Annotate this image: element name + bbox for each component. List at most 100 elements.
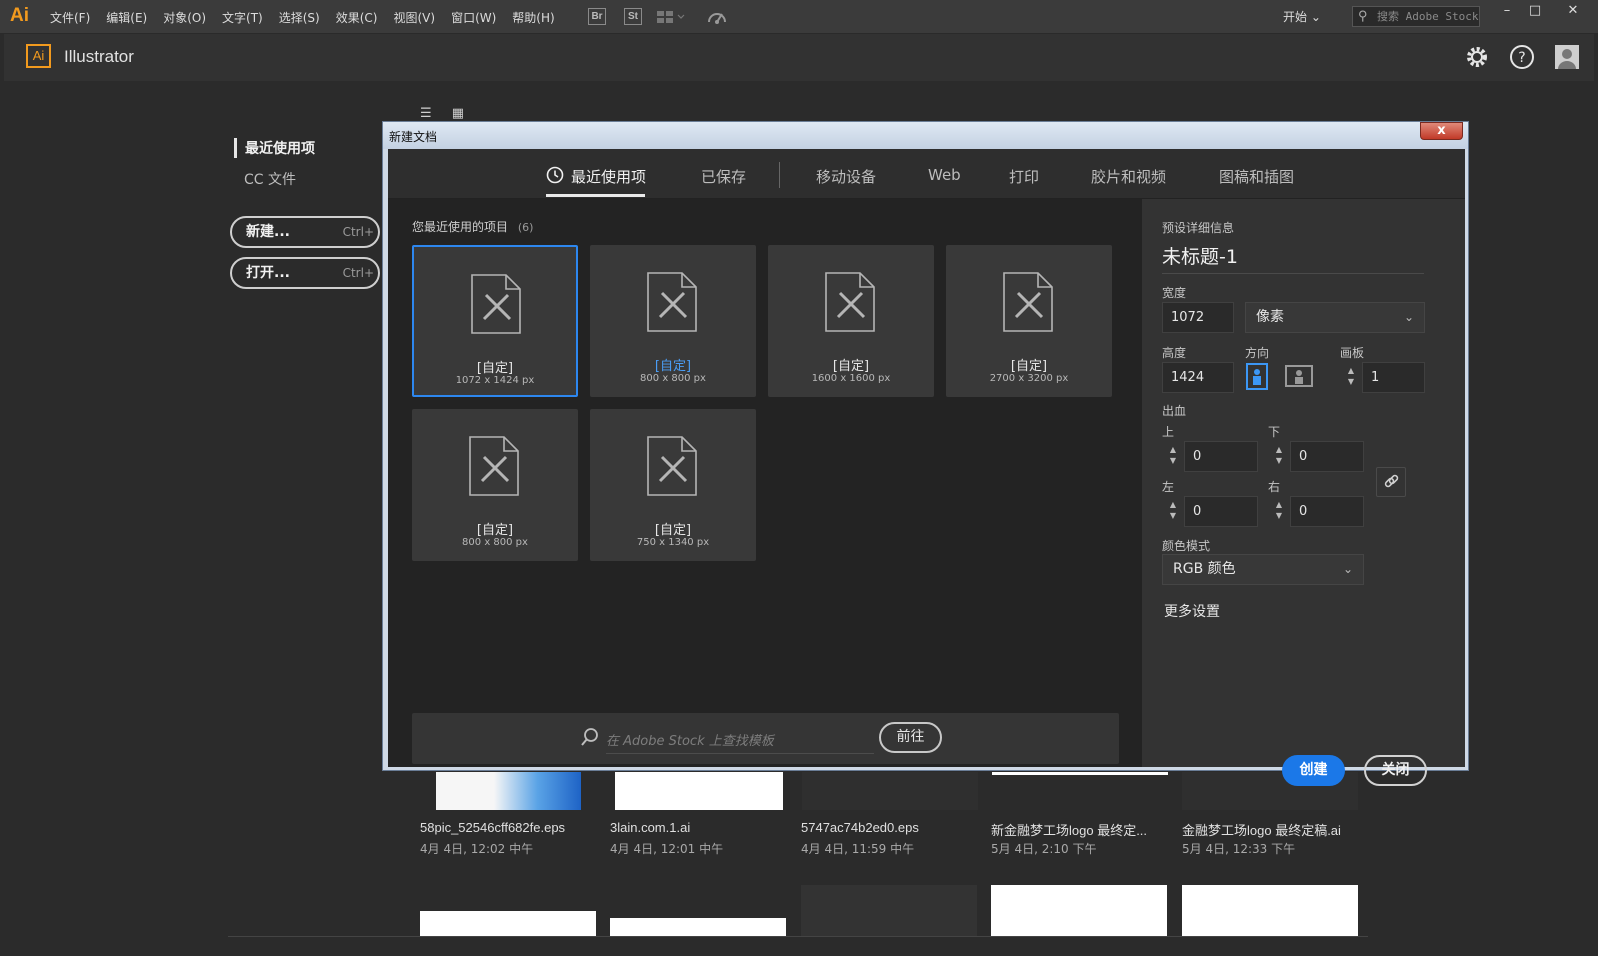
- home-nav-recent[interactable]: 最近使用项: [234, 138, 315, 158]
- bleed-top-stepper[interactable]: ▲ ▼: [1164, 441, 1182, 472]
- preset-size: 750 x 1340 px: [636, 537, 710, 548]
- tab-art-illustration[interactable]: 图稿和插图: [1219, 166, 1294, 187]
- preset-card[interactable]: [自定] 800 x 800 px: [412, 409, 578, 561]
- app-name: Illustrator: [64, 47, 134, 66]
- file-thumbnail[interactable]: [992, 772, 1168, 775]
- preset-card[interactable]: [自定] 2700 x 3200 px: [946, 245, 1112, 397]
- file-thumbnail[interactable]: [801, 885, 977, 936]
- tab-mobile[interactable]: 移动设备: [816, 166, 876, 187]
- color-mode-label: 颜色模式: [1162, 539, 1211, 553]
- tab-recent[interactable]: 最近使用项: [571, 166, 646, 187]
- color-mode-select[interactable]: RGB 颜色 ⌄: [1162, 554, 1364, 585]
- menu-file[interactable]: 文件(F): [50, 9, 90, 26]
- bridge-button[interactable]: Br: [588, 8, 606, 25]
- home-open-button[interactable]: 打开... Ctrl+: [230, 257, 380, 289]
- dialog-close-icon[interactable]: x: [1420, 122, 1463, 140]
- gear-icon[interactable]: [1464, 44, 1490, 70]
- gpu-performance-icon[interactable]: [706, 8, 728, 26]
- link-bleed-button[interactable]: [1376, 467, 1406, 497]
- dialog-title: 新建文档: [389, 130, 438, 144]
- bleed-left-input[interactable]: 0: [1184, 496, 1258, 527]
- stock-go-button[interactable]: 前往: [879, 722, 942, 753]
- menu-view[interactable]: 视图(V): [393, 9, 435, 26]
- chevron-down-icon: ⌄: [1310, 10, 1321, 24]
- height-input[interactable]: 1424: [1162, 362, 1234, 393]
- list-view-icon[interactable]: ☰: [420, 106, 432, 121]
- file-thumbnail[interactable]: [610, 918, 786, 936]
- menu-help[interactable]: 帮助(H): [512, 9, 554, 26]
- menu-type[interactable]: 文字(T): [222, 9, 263, 26]
- create-button[interactable]: 创建: [1282, 755, 1345, 786]
- menu-object[interactable]: 对象(O): [163, 9, 206, 26]
- file-thumbnail[interactable]: [802, 772, 978, 810]
- menu-window[interactable]: 窗口(W): [451, 9, 496, 26]
- file-name[interactable]: 3lain.com.1.ai: [610, 820, 690, 835]
- close-icon[interactable]: ✕: [1558, 2, 1588, 22]
- stock-template-input[interactable]: 在 Adobe Stock 上查找模板: [606, 730, 874, 754]
- tab-web[interactable]: Web: [928, 166, 961, 184]
- stock-template-search: 在 Adobe Stock 上查找模板 前往: [412, 713, 1119, 764]
- preset-label: [自定]: [654, 359, 692, 374]
- more-settings-link[interactable]: 更多设置: [1164, 601, 1220, 621]
- file-name[interactable]: 金融梦工场logo 最终定稿.ai: [1182, 820, 1341, 839]
- bleed-left-stepper[interactable]: ▲ ▼: [1164, 496, 1182, 527]
- file-thumbnail[interactable]: [615, 772, 783, 810]
- chevron-down-icon: ⌄: [1342, 562, 1353, 576]
- home-new-button[interactable]: 新建... Ctrl+: [230, 216, 380, 248]
- height-label: 高度: [1162, 346, 1187, 360]
- stock-button[interactable]: St: [624, 8, 642, 25]
- help-icon[interactable]: ?: [1509, 44, 1535, 70]
- file-date: 4月 4日, 12:02 中午: [420, 842, 534, 856]
- artboards-input[interactable]: 1: [1362, 362, 1425, 393]
- link-icon: [1384, 474, 1399, 488]
- minimize-icon[interactable]: –: [1492, 2, 1522, 22]
- unit-value: 像素: [1256, 309, 1284, 325]
- menu-edit[interactable]: 编辑(E): [106, 9, 147, 26]
- stock-search-input[interactable]: ⚲ 搜索 Adobe Stock: [1352, 6, 1480, 27]
- bleed-bottom-input[interactable]: 0: [1290, 441, 1364, 472]
- menu-select[interactable]: 选择(S): [279, 9, 320, 26]
- recent-items-count: (6): [517, 221, 534, 234]
- clock-icon: [546, 166, 564, 184]
- tab-print[interactable]: 打印: [1009, 166, 1039, 187]
- bleed-top-input[interactable]: 0: [1184, 441, 1258, 472]
- home-new-shortcut: Ctrl+: [342, 225, 374, 239]
- preset-card[interactable]: [自定] 1600 x 1600 px: [768, 245, 934, 397]
- preset-size: 1600 x 1600 px: [811, 373, 891, 384]
- landscape-orientation-icon[interactable]: [1285, 365, 1313, 387]
- artboards-stepper[interactable]: ▲ ▼: [1342, 362, 1360, 393]
- bleed-right-input[interactable]: 0: [1290, 496, 1364, 527]
- preset-card[interactable]: [自定] 800 x 800 px: [590, 245, 756, 397]
- tab-film-video[interactable]: 胶片和视频: [1091, 166, 1166, 187]
- menu-effect[interactable]: 效果(C): [336, 9, 378, 26]
- file-thumbnail[interactable]: [991, 885, 1167, 936]
- file-name[interactable]: 58pic_52546cff682fe.eps: [420, 820, 565, 835]
- preset-size: 800 x 800 px: [640, 373, 706, 384]
- artboards-label: 画板: [1340, 346, 1365, 360]
- file-thumbnail[interactable]: [420, 911, 596, 936]
- preset-card[interactable]: [自定] 1072 x 1424 px: [412, 245, 578, 397]
- arrange-documents-icon[interactable]: [656, 10, 686, 24]
- file-thumbnail[interactable]: [436, 772, 581, 810]
- portrait-orientation-icon[interactable]: [1246, 363, 1268, 390]
- search-icon: ⚲: [1358, 9, 1368, 24]
- preset-card[interactable]: [自定] 750 x 1340 px: [590, 409, 756, 561]
- file-name[interactable]: 5747ac74b2ed0.eps: [801, 820, 919, 835]
- home-nav-cc-files[interactable]: CC 文件: [244, 169, 296, 189]
- dialog-titlebar[interactable]: 新建文档 x: [383, 122, 1468, 149]
- document-name-input[interactable]: 未标题-1: [1162, 242, 1424, 274]
- grid-view-icon[interactable]: ▦: [452, 106, 464, 121]
- unit-select[interactable]: 像素 ⌄: [1245, 302, 1425, 333]
- width-input[interactable]: 1072: [1162, 302, 1234, 333]
- bleed-bottom-stepper[interactable]: ▲ ▼: [1270, 441, 1288, 472]
- workspace-switcher[interactable]: 开始 ⌄: [1283, 8, 1321, 25]
- maximize-icon[interactable]: □: [1520, 2, 1550, 22]
- menu-bar: Ai 文件(F) 编辑(E) 对象(O) 文字(T) 选择(S) 效果(C) 视…: [0, 0, 1598, 34]
- tab-saved[interactable]: 已保存: [701, 166, 746, 187]
- file-name[interactable]: 新金融梦工场logo 最终定...: [991, 820, 1147, 839]
- file-thumbnail[interactable]: [1182, 885, 1358, 936]
- close-button[interactable]: 关闭: [1364, 755, 1427, 786]
- bleed-right-stepper[interactable]: ▲ ▼: [1270, 496, 1288, 527]
- user-avatar-icon[interactable]: [1554, 44, 1580, 70]
- bleed-label: 出血: [1162, 404, 1187, 418]
